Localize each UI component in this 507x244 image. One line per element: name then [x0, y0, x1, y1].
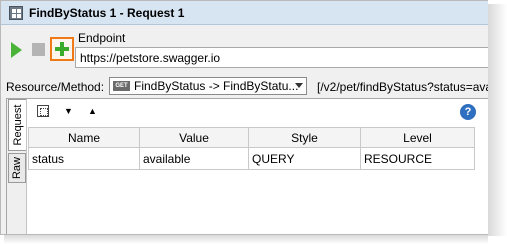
table-header-row: Name Value Style Level [28, 127, 475, 148]
tab-raw-label: Raw [11, 156, 23, 180]
title-bar: FindByStatus 1 - Request 1 [1, 1, 488, 25]
soapui-icon [9, 6, 23, 20]
param-name-cell[interactable]: status [28, 147, 140, 170]
window-shadow-right [488, 4, 507, 236]
resource-method-select[interactable]: GET FindByStatus -> FindByStatu... [109, 77, 307, 95]
request-toolbar: Endpoint [1, 26, 488, 74]
stop-icon[interactable] [32, 43, 45, 56]
window-title: FindByStatus 1 - Request 1 [29, 6, 185, 20]
param-level-cell[interactable]: RESOURCE [360, 147, 475, 170]
move-down-icon[interactable]: ▼ [64, 106, 73, 116]
table-row[interactable]: status available QUERY RESOURCE [28, 147, 475, 170]
param-value-cell[interactable]: available [139, 147, 249, 170]
tab-request-label: Request [11, 104, 24, 146]
params-toolbar: ▼ ▲ ? [28, 101, 488, 123]
request-window: FindByStatus 1 - Request 1 Endpoint Reso… [0, 0, 488, 235]
add-button[interactable] [50, 37, 74, 61]
column-header-name[interactable]: Name [28, 127, 140, 148]
tab-raw[interactable]: Raw [8, 153, 26, 183]
expand-icon[interactable] [37, 105, 49, 117]
side-tabs: Request Raw [7, 99, 27, 234]
resource-path: [/v2/pet/findByStatus?status=ava [317, 80, 488, 94]
chevron-down-icon [295, 83, 303, 88]
resource-method-label: Resource/Method: [6, 80, 105, 94]
resource-method-value: FindByStatus -> FindByStatu... [134, 79, 299, 93]
help-icon[interactable]: ? [460, 104, 476, 120]
play-icon[interactable] [11, 42, 22, 58]
params-table: Name Value Style Level status available … [28, 127, 475, 170]
move-up-icon[interactable]: ▲ [88, 106, 97, 116]
param-style-cell[interactable]: QUERY [248, 147, 361, 170]
column-header-value[interactable]: Value [139, 127, 249, 148]
get-method-icon: GET [113, 81, 130, 91]
plus-icon [55, 42, 69, 56]
endpoint-label: Endpoint [78, 31, 126, 45]
window-shadow-bottom [4, 235, 488, 244]
resource-method-row: Resource/Method: GET FindByStatus -> Fin… [1, 75, 488, 97]
endpoint-input[interactable] [75, 47, 488, 68]
column-header-level[interactable]: Level [360, 127, 475, 148]
tab-request[interactable]: Request [8, 99, 26, 151]
column-header-style[interactable]: Style [248, 127, 361, 148]
request-panel: Request Raw ▼ ▲ ? Name Value Style Level… [6, 98, 488, 234]
